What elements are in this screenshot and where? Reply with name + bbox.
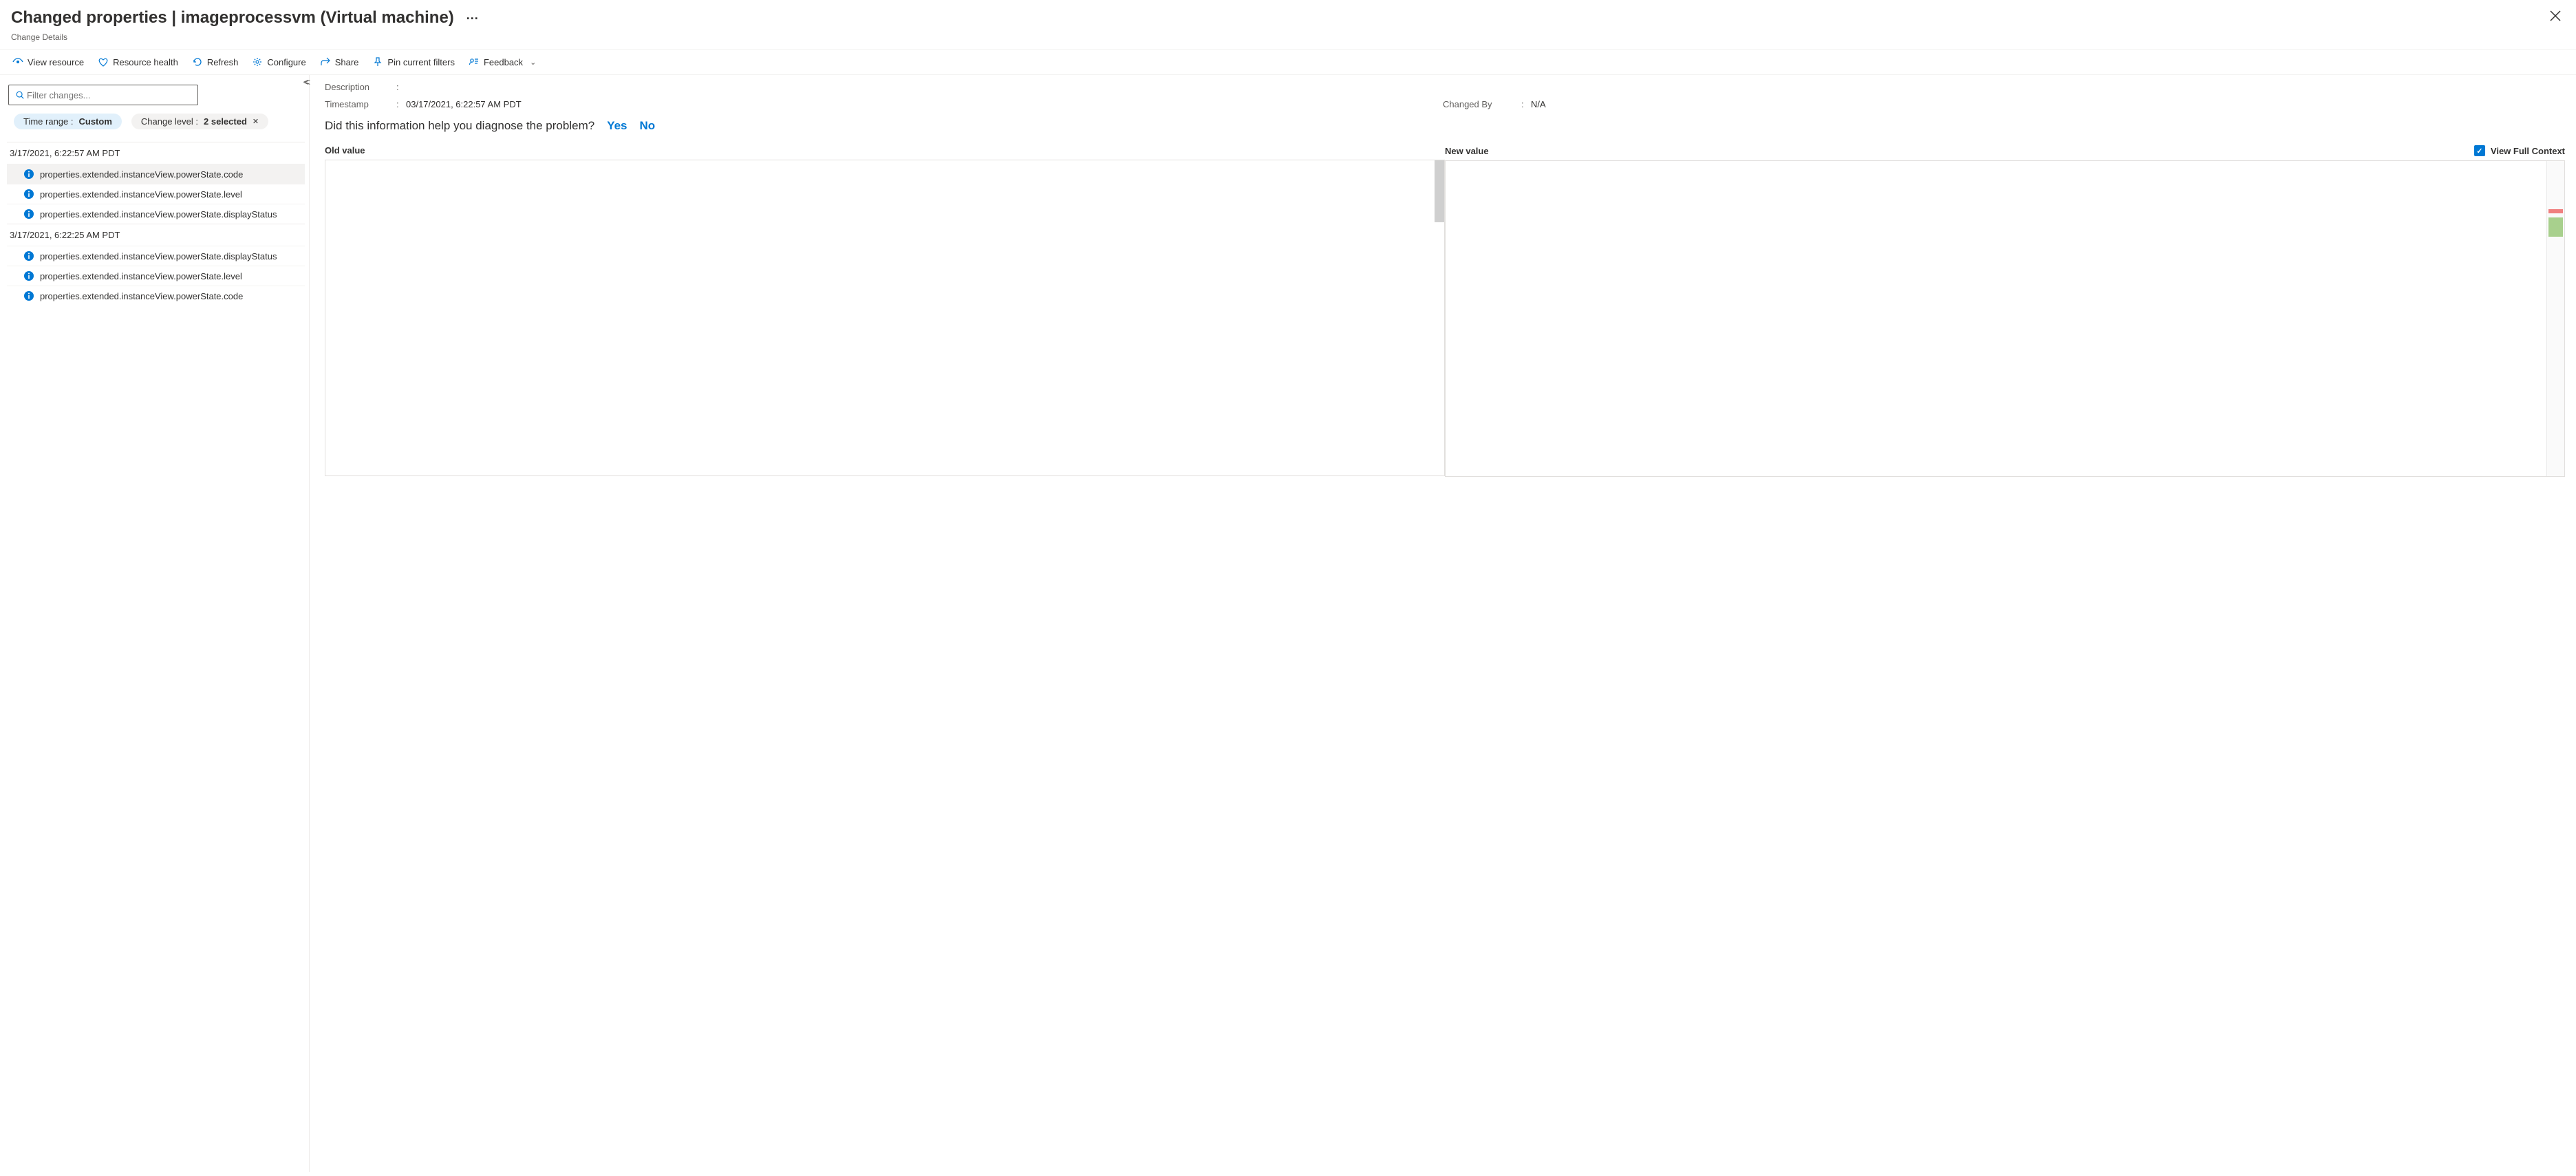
change-row[interactable]: properties.extended.instanceView.powerSt… <box>7 204 305 224</box>
diagnose-yes-button[interactable]: Yes <box>607 119 627 133</box>
pill-value: Custom <box>79 116 112 127</box>
minimap[interactable] <box>2546 161 2564 476</box>
gear-icon <box>252 56 263 67</box>
toolbar-label: Configure <box>267 57 305 67</box>
new-value-pane <box>1445 160 2565 477</box>
new-value-heading: New value <box>1445 146 1489 156</box>
chevron-down-icon: ⌄ <box>530 58 536 67</box>
diagnose-no-button[interactable]: No <box>640 119 656 133</box>
title-more-icon[interactable]: ··· <box>466 12 479 26</box>
toolbar-label: Resource health <box>113 57 178 67</box>
old-value-heading: Old value <box>325 145 1445 156</box>
description-label: Description <box>325 82 394 92</box>
feedback-icon <box>469 56 480 67</box>
change-path: properties.extended.instanceView.powerSt… <box>40 189 242 200</box>
toolbar: View resource Resource health Refresh Co… <box>0 49 2576 75</box>
timestamp-label: Timestamp <box>325 99 394 109</box>
toolbar-label: Pin current filters <box>387 57 455 67</box>
refresh-button[interactable]: Refresh <box>186 54 244 70</box>
timestamp-group-header: 3/17/2021, 6:22:25 AM PDT <box>7 224 305 246</box>
search-icon <box>14 89 25 100</box>
changed-by-label: Changed By <box>1443 99 1518 109</box>
time-range-pill[interactable]: Time range : Custom <box>14 114 122 129</box>
diagnose-question: Did this information help you diagnose t… <box>325 119 594 133</box>
share-button[interactable]: Share <box>314 54 365 70</box>
timestamp-value: 03/17/2021, 6:22:57 AM PDT <box>406 99 1440 109</box>
change-row[interactable]: properties.extended.instanceView.powerSt… <box>7 286 305 306</box>
page-subtitle: Change Details <box>0 32 2576 49</box>
change-row[interactable]: properties.extended.instanceView.powerSt… <box>7 266 305 286</box>
configure-button[interactable]: Configure <box>246 54 311 70</box>
toolbar-label: Share <box>335 57 359 67</box>
share-icon <box>320 56 331 67</box>
pill-label: Time range : <box>23 116 74 127</box>
pill-label: Change level : <box>141 116 198 127</box>
changed-by-value: N/A <box>1531 99 2565 109</box>
right-panel: Description : Timestamp : 03/17/2021, 6:… <box>310 75 2576 1172</box>
scrollbar[interactable] <box>1435 160 1444 222</box>
full-context-checkbox[interactable]: ✓ <box>2474 145 2485 156</box>
change-path: properties.extended.instanceView.powerSt… <box>40 169 243 180</box>
change-level-pill[interactable]: Change level : 2 selected ✕ <box>131 114 268 129</box>
left-panel: << Time range : Custom Change level : 2 … <box>0 75 310 1172</box>
toolbar-label: Refresh <box>207 57 239 67</box>
pin-filters-button[interactable]: Pin current filters <box>367 54 460 70</box>
full-context-label: View Full Context <box>2491 146 2565 156</box>
pin-icon <box>372 56 383 67</box>
filter-search[interactable] <box>8 85 198 105</box>
collapse-panel-button[interactable]: << <box>303 76 306 87</box>
eye-icon <box>12 56 23 67</box>
filter-input[interactable] <box>25 89 192 101</box>
toolbar-label: Feedback <box>484 57 523 67</box>
timestamp-group-header: 3/17/2021, 6:22:57 AM PDT <box>7 142 305 164</box>
refresh-icon <box>192 56 203 67</box>
resource-health-button[interactable]: Resource health <box>92 54 184 70</box>
change-path: properties.extended.instanceView.powerSt… <box>40 271 242 281</box>
page-title: Changed properties | imageprocessvm (Vir… <box>11 8 454 28</box>
change-row[interactable]: properties.extended.instanceView.powerSt… <box>7 184 305 204</box>
change-path: properties.extended.instanceView.powerSt… <box>40 251 277 261</box>
clear-pill-icon[interactable]: ✕ <box>253 117 259 126</box>
toolbar-label: View resource <box>28 57 84 67</box>
heartbeat-icon <box>98 56 109 67</box>
change-row[interactable]: properties.extended.instanceView.powerSt… <box>7 164 305 184</box>
view-resource-button[interactable]: View resource <box>7 54 89 70</box>
change-path: properties.extended.instanceView.powerSt… <box>40 291 243 301</box>
old-value-pane <box>325 160 1445 476</box>
change-row[interactable]: properties.extended.instanceView.powerSt… <box>7 246 305 266</box>
pill-value: 2 selected <box>204 116 247 127</box>
change-path: properties.extended.instanceView.powerSt… <box>40 209 277 220</box>
feedback-button[interactable]: Feedback ⌄ <box>463 54 541 70</box>
close-button[interactable] <box>2546 6 2565 30</box>
